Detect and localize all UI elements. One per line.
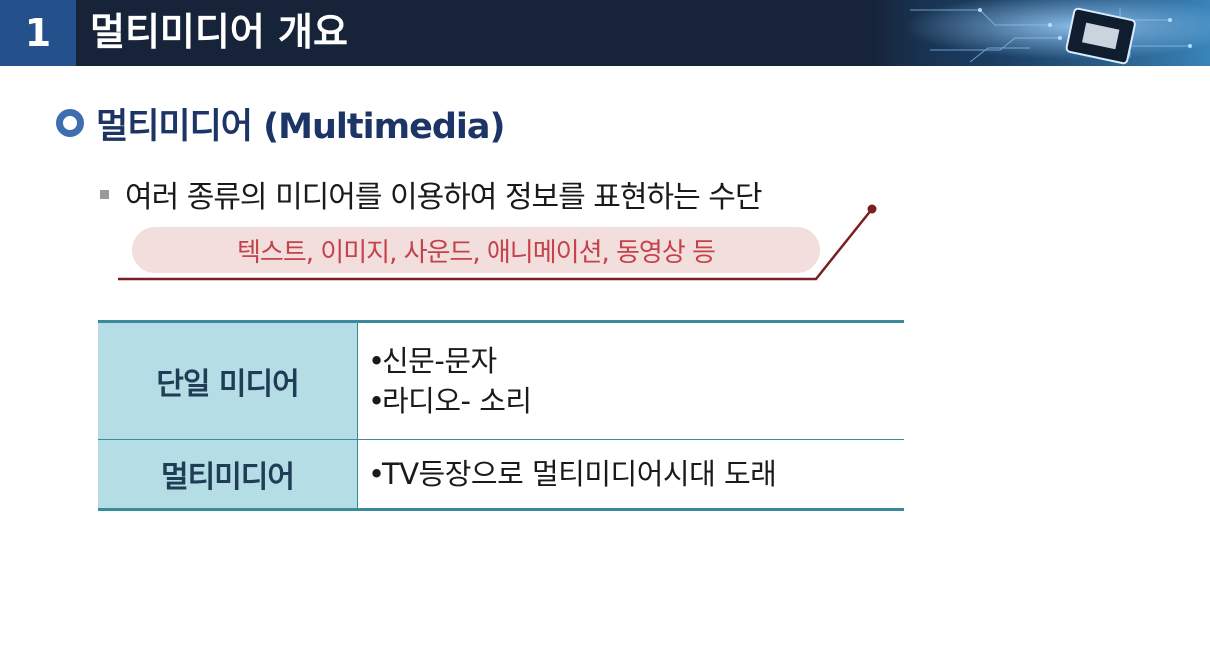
table-row: 멀티미디어 •TV등장으로 멀티미디어시대 도래 bbox=[98, 439, 904, 511]
table-row: 단일 미디어 •신문-문자 •라디오- 소리 bbox=[98, 320, 904, 440]
list-item-text: 라디오- 소리 bbox=[382, 384, 532, 418]
bullet-dot: • bbox=[368, 344, 385, 378]
ring-bullet-icon bbox=[56, 109, 84, 137]
examples-callout: 텍스트, 이미지, 사운드, 애니메이션, 동영상 등 bbox=[132, 227, 820, 273]
list-item-text: TV등장으로 멀티미디어시대 도래 bbox=[382, 457, 777, 491]
row-content-multimedia: •TV등장으로 멀티미디어시대 도래 bbox=[357, 439, 904, 511]
square-bullet-icon bbox=[100, 189, 109, 199]
slide: 1 멀티미디어 개요 멀티미디어 (Multimedia) 여러 종류의 미디어… bbox=[0, 0, 1210, 652]
list-item: •라디오- 소리 bbox=[368, 381, 904, 421]
list-item-text: 신문-문자 bbox=[382, 344, 497, 378]
section-heading: 멀티미디어 (Multimedia) bbox=[56, 100, 506, 147]
media-comparison-table: 단일 미디어 •신문-문자 •라디오- 소리 멀티미디어 •TV등장으로 멀티미… bbox=[98, 320, 904, 511]
title-bar: 1 멀티미디어 개요 bbox=[0, 0, 1210, 66]
row-content-single-media: •신문-문자 •라디오- 소리 bbox=[357, 320, 904, 440]
row-label-multimedia: 멀티미디어 bbox=[98, 439, 358, 511]
page-title: 멀티미디어 개요 bbox=[90, 10, 348, 54]
section-heading-text: 멀티미디어 (Multimedia) bbox=[96, 106, 506, 147]
row-label-single-media: 단일 미디어 bbox=[98, 320, 358, 440]
examples-text: 텍스트, 이미지, 사운드, 애니메이션, 동영상 등 bbox=[237, 237, 716, 268]
list-item: •신문-문자 bbox=[368, 341, 904, 381]
bullet-dot: • bbox=[368, 384, 385, 418]
list-item: •TV등장으로 멀티미디어시대 도래 bbox=[368, 454, 904, 494]
bullet-dot: • bbox=[368, 457, 385, 491]
section-number: 1 bbox=[0, 0, 76, 66]
circuit-chip-graphic bbox=[870, 0, 1210, 66]
definition-bullet: 여러 종류의 미디어를 이용하여 정보를 표현하는 수단 bbox=[100, 172, 762, 216]
definition-text: 여러 종류의 미디어를 이용하여 정보를 표현하는 수단 bbox=[125, 180, 762, 215]
